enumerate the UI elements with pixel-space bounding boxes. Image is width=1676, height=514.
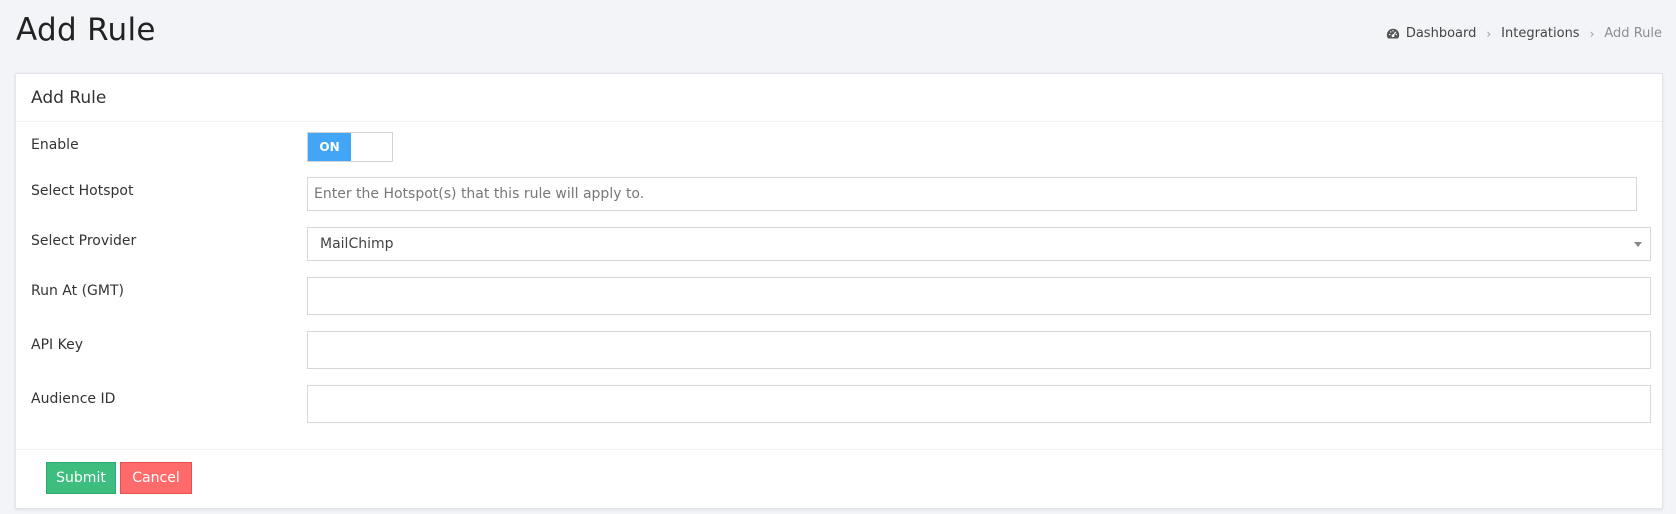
run-at-input[interactable]	[307, 277, 1651, 315]
cancel-button[interactable]: Cancel	[120, 462, 192, 494]
chevron-right-icon: ›	[1589, 26, 1595, 41]
audience-id-input[interactable]	[307, 385, 1651, 423]
audience-id-row: Audience ID	[16, 385, 1662, 423]
page-header: Add Rule Dashboard › Integrations › Add …	[0, 0, 1676, 70]
card-header: Add Rule	[16, 74, 1662, 122]
dashboard-icon	[1386, 28, 1399, 39]
breadcrumb-integrations[interactable]: Integrations	[1501, 26, 1579, 41]
api-key-label: API Key	[31, 337, 83, 353]
run-at-label: Run At (GMT)	[31, 283, 124, 299]
provider-row: Select Provider MailChimp	[16, 227, 1662, 261]
enable-toggle[interactable]: ON	[307, 132, 393, 162]
caret-down-icon	[1634, 242, 1642, 247]
enable-label: Enable	[31, 137, 79, 153]
audience-id-label: Audience ID	[31, 391, 116, 407]
api-key-input[interactable]	[307, 331, 1651, 369]
run-at-row: Run At (GMT)	[16, 277, 1662, 315]
page-title: Add Rule	[16, 12, 156, 48]
enable-row: Enable ON	[16, 132, 1662, 164]
card-title: Add Rule	[31, 88, 107, 108]
add-rule-card: Add Rule Enable ON Select Hotspot Select…	[15, 73, 1663, 509]
hotspot-label: Select Hotspot	[31, 183, 134, 199]
breadcrumb-dashboard[interactable]: Dashboard	[1406, 26, 1477, 41]
provider-selected-value: MailChimp	[320, 236, 394, 252]
hotspot-input[interactable]	[307, 177, 1637, 211]
toggle-on-label: ON	[308, 133, 351, 161]
submit-button[interactable]: Submit	[46, 462, 116, 494]
provider-label: Select Provider	[31, 233, 137, 249]
breadcrumb-add-rule: Add Rule	[1604, 26, 1662, 41]
api-key-row: API Key	[16, 331, 1662, 369]
chevron-right-icon: ›	[1486, 26, 1492, 41]
breadcrumb: Dashboard › Integrations › Add Rule	[1386, 26, 1662, 41]
provider-select[interactable]: MailChimp	[307, 227, 1651, 261]
card-footer: Submit Cancel	[16, 449, 1662, 509]
hotspot-row: Select Hotspot	[16, 177, 1662, 211]
